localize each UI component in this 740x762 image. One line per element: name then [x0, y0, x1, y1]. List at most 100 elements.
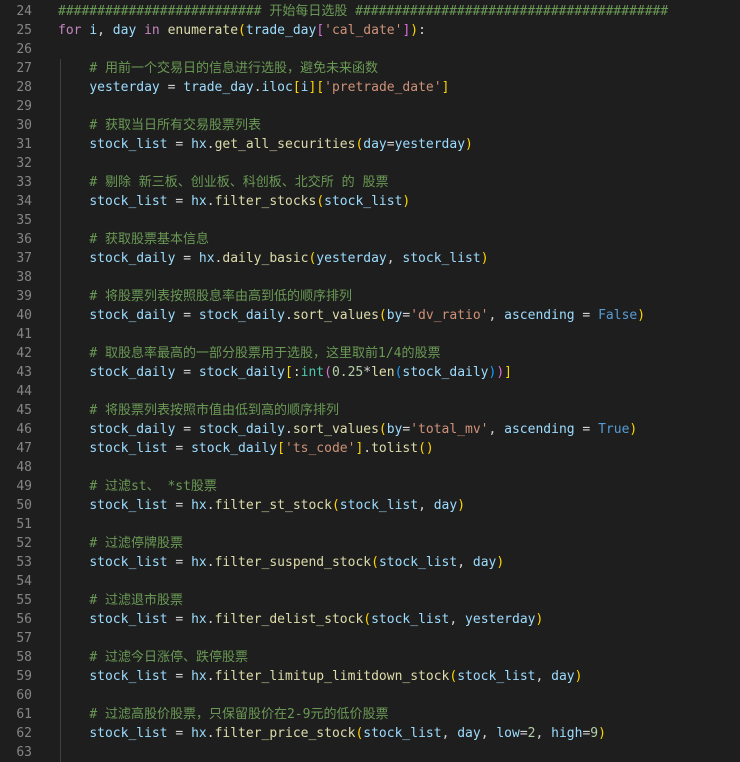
- code-line[interactable]: 56 stock_list = hx.filter_delist_stock(s…: [0, 610, 740, 629]
- code-token: ): [496, 555, 505, 570]
- code-line[interactable]: 37 stock_daily = hx.daily_basic(yesterda…: [0, 249, 740, 268]
- code-line[interactable]: 63: [0, 743, 740, 762]
- code-token: =: [167, 612, 192, 627]
- code-token: yesterday: [316, 251, 387, 266]
- code-token: day: [551, 669, 575, 684]
- line-code: stock_list = hx.filter_stocks(stock_list…: [58, 192, 410, 211]
- code-token: stock_list: [89, 669, 168, 684]
- code-line[interactable]: 41: [0, 325, 740, 344]
- code-line[interactable]: 50 stock_list = hx.filter_st_stock(stock…: [0, 496, 740, 515]
- code-line[interactable]: 32: [0, 154, 740, 173]
- code-line[interactable]: 59 stock_list = hx.filter_limitup_limitd…: [0, 667, 740, 686]
- code-token: =: [175, 308, 199, 323]
- code-lines: 24 ########################## 开始每日选股 ####…: [0, 2, 740, 762]
- code-token: hx: [191, 555, 207, 570]
- code-line[interactable]: 44: [0, 382, 740, 401]
- line-number: 49: [16, 479, 32, 494]
- code-line[interactable]: 34 stock_list = hx.filter_stocks(stock_l…: [0, 192, 740, 211]
- code-line[interactable]: 46 stock_daily = stock_daily.sort_values…: [0, 420, 740, 439]
- code-token: # 过滤停牌股票: [89, 536, 183, 551]
- code-line[interactable]: 57: [0, 629, 740, 648]
- code-editor[interactable]: 24 ########################## 开始每日选股 ####…: [0, 0, 740, 762]
- code-line[interactable]: 33 # 剔除 新三板、创业板、科创板、北交所 的 股票: [0, 173, 740, 192]
- code-token: ,: [449, 612, 466, 627]
- code-line[interactable]: 52 # 过滤停牌股票: [0, 534, 740, 553]
- line-number: 37: [16, 251, 32, 266]
- code-line[interactable]: 28 yesterday = trade_day.iloc[i]['pretra…: [0, 78, 740, 97]
- code-token: filter_delist_stock: [214, 612, 364, 627]
- code-token: day: [363, 137, 387, 152]
- code-line[interactable]: 62 stock_list = hx.filter_price_stock(st…: [0, 724, 740, 743]
- code-token: high: [551, 726, 583, 741]
- code-token: (: [238, 23, 246, 38]
- code-token: stock_list: [457, 669, 536, 684]
- code-line[interactable]: 26: [0, 40, 740, 59]
- code-line[interactable]: 43 stock_daily = stock_daily[:int(0.25*l…: [0, 363, 740, 382]
- code-line[interactable]: 25 for i, day in enumerate(trade_day['cal…: [0, 21, 740, 40]
- code-token: # 将股票列表按照股息率由高到低的顺序排列: [89, 289, 352, 304]
- code-line[interactable]: 40 stock_daily = stock_daily.sort_values…: [0, 306, 740, 325]
- code-line[interactable]: 35: [0, 211, 740, 230]
- code-line[interactable]: 53 stock_list = hx.filter_suspend_stock(…: [0, 553, 740, 572]
- code-token: stock_list: [89, 498, 168, 513]
- code-token: ########################## 开始每日选股 ######…: [58, 4, 669, 19]
- line-number: 36: [16, 232, 32, 247]
- code-line[interactable]: 36 # 获取股票基本信息: [0, 230, 740, 249]
- code-token: stock_list: [363, 726, 442, 741]
- code-token: ,: [488, 308, 505, 323]
- code-token: ): [480, 251, 489, 266]
- code-token: .: [206, 669, 215, 684]
- code-line[interactable]: 29: [0, 97, 740, 116]
- code-line[interactable]: 38: [0, 268, 740, 287]
- code-token: # 过滤高股价股票，只保留股价在2-9元的低价股票: [89, 707, 389, 722]
- code-line[interactable]: 39 # 将股票列表按照股息率由高到低的顺序排列: [0, 287, 740, 306]
- code-line[interactable]: 51: [0, 515, 740, 534]
- line-code: stock_list = hx.get_all_securities(day=y…: [58, 135, 473, 154]
- line-code: stock_list = hx.filter_suspend_stock(sto…: [58, 553, 504, 572]
- code-token: in: [144, 23, 160, 38]
- code-token: =: [167, 726, 192, 741]
- code-line[interactable]: 48: [0, 458, 740, 477]
- code-line[interactable]: 45 # 将股票列表按照市值由低到高的顺序排列: [0, 401, 740, 420]
- line-number: 46: [16, 422, 32, 437]
- code-line[interactable]: 49 # 过滤st、 *st股票: [0, 477, 740, 496]
- code-token: (: [324, 365, 332, 380]
- code-token: .: [284, 422, 293, 437]
- code-token: stock_list: [89, 441, 168, 456]
- line-number: 44: [16, 384, 32, 399]
- line-code: for i, day in enumerate(trade_day['cal_d…: [58, 21, 426, 40]
- code-token: iloc: [261, 80, 293, 95]
- code-token: .: [206, 612, 215, 627]
- code-token: hx: [191, 498, 207, 513]
- code-token: # 过滤今日涨停、跌停股票: [89, 650, 248, 665]
- line-number: 28: [16, 80, 32, 95]
- code-line[interactable]: 55 # 过滤退市股票: [0, 591, 740, 610]
- code-line[interactable]: 58 # 过滤今日涨停、跌停股票: [0, 648, 740, 667]
- code-line[interactable]: 54: [0, 572, 740, 591]
- code-token: ): [457, 498, 466, 513]
- code-token: (: [378, 308, 387, 323]
- code-line[interactable]: 42 # 取股息率最高的一部分股票用于选股，这里取前1/4的股票: [0, 344, 740, 363]
- code-line[interactable]: 47 stock_list = stock_daily['ts_code'].t…: [0, 439, 740, 458]
- code-line[interactable]: 60: [0, 686, 740, 705]
- code-token: 'total_mv': [410, 422, 489, 437]
- code-line[interactable]: 31 stock_list = hx.get_all_securities(da…: [0, 135, 740, 154]
- code-line[interactable]: 30 # 获取当日所有交易股票列表: [0, 116, 740, 135]
- line-number: 32: [16, 156, 32, 171]
- code-token: # 获取当日所有交易股票列表: [89, 118, 261, 133]
- line-code: # 将股票列表按照市值由低到高的顺序排列: [58, 401, 339, 420]
- code-token: =: [167, 498, 192, 513]
- code-token: ): [574, 669, 583, 684]
- line-number: 27: [16, 61, 32, 76]
- code-token: enumerate: [167, 23, 239, 38]
- code-line[interactable]: 27 # 用前一个交易日的信息进行选股，避免未来函数: [0, 59, 740, 78]
- code-token: # 用前一个交易日的信息进行选股，避免未来函数: [89, 61, 378, 76]
- code-line[interactable]: 24 ########################## 开始每日选股 ####…: [0, 2, 740, 21]
- code-line[interactable]: 61 # 过滤高股价股票，只保留股价在2-9元的低价股票: [0, 705, 740, 724]
- code-token: for: [58, 23, 82, 38]
- code-token: =: [167, 669, 192, 684]
- line-code: # 获取股票基本信息: [58, 230, 209, 249]
